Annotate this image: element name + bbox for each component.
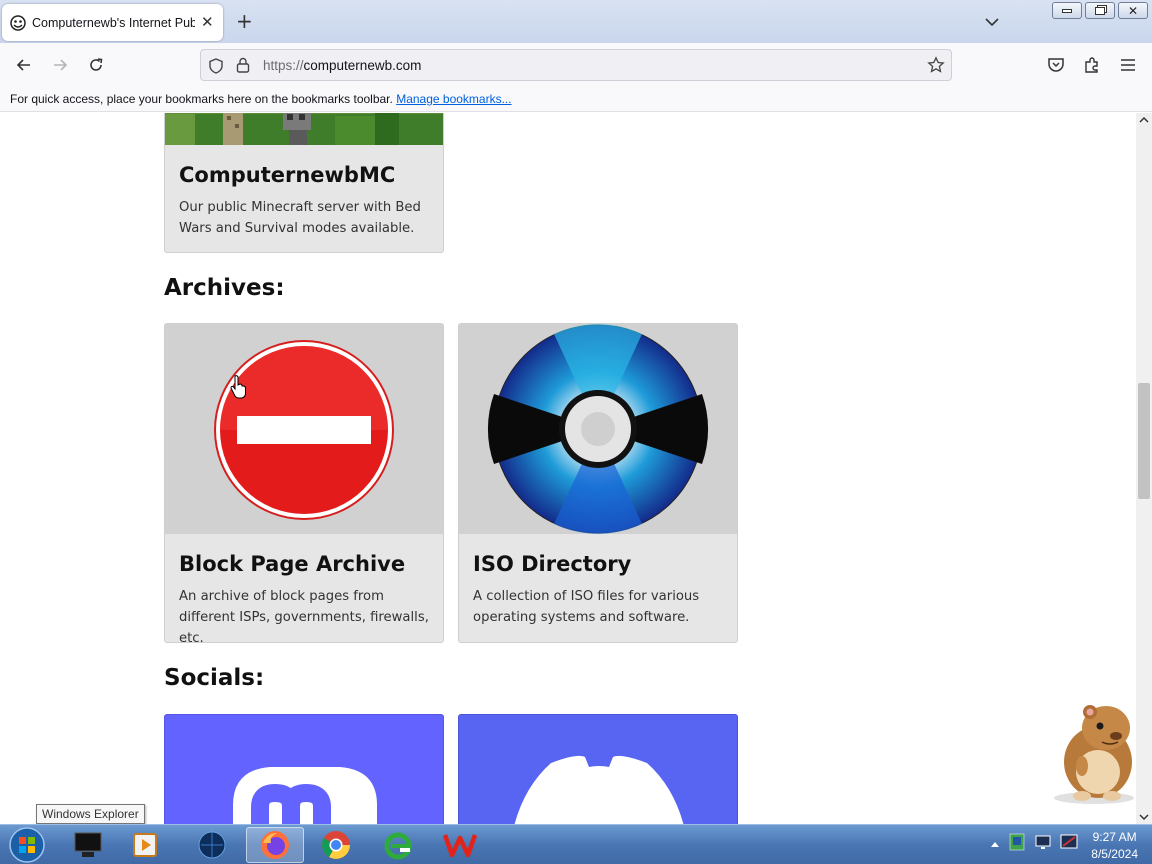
page-viewport[interactable]: ComputernewbMC Our public Minecraft serv… <box>0 113 1136 824</box>
forward-arrow-icon[interactable] <box>50 55 70 75</box>
wps-office-icon <box>443 834 477 858</box>
address-bar[interactable]: https://computernewb.com <box>200 49 952 81</box>
new-tab-icon[interactable]: + <box>236 11 253 31</box>
tab-close-icon[interactable]: ✕ <box>201 15 214 30</box>
media-player-icon <box>133 833 157 857</box>
taskbar-chrome[interactable] <box>310 827 362 863</box>
hand-cursor-icon <box>230 375 247 399</box>
show-hidden-icons-icon[interactable] <box>990 839 1000 849</box>
url-host: computernewb.com <box>303 58 422 73</box>
archives-heading: Archives: <box>164 275 285 301</box>
taskbar: 9:27 AM 8/5/2024 <box>0 824 1152 864</box>
windows-orb-icon <box>9 827 45 863</box>
list-all-tabs-icon[interactable] <box>984 15 1000 29</box>
discord-icon <box>514 755 684 824</box>
block-page-archive-card[interactable]: Block Page Archive An archive of block p… <box>164 323 444 643</box>
chrome-icon <box>322 831 350 859</box>
window-controls: ✕ <box>1052 2 1148 19</box>
taskbar-media-player[interactable] <box>120 827 172 863</box>
site-favicon-icon <box>10 14 26 31</box>
card-title: Block Page Archive <box>179 552 406 576</box>
iso-directory-card[interactable]: ISO Directory A collection of ISO files … <box>458 323 738 643</box>
back-arrow-icon[interactable] <box>14 55 34 75</box>
hamster-mascot-icon <box>1054 705 1134 804</box>
manage-bookmarks-link[interactable]: Manage bookmarks... <box>396 92 511 106</box>
tab-title: Computernewb's Internet Pub <box>32 15 195 30</box>
system-tray <box>990 833 1078 851</box>
hamburger-menu-icon[interactable] <box>1118 55 1138 75</box>
card-description: An archive of block pages from different… <box>179 589 429 643</box>
scroll-up-icon[interactable] <box>1139 116 1149 124</box>
mastodon-icon <box>233 767 377 824</box>
card-description: Our public Minecraft server with Bed War… <box>179 200 421 236</box>
card-title: ISO Directory <box>473 552 632 576</box>
scrollbar-thumb[interactable] <box>1138 383 1150 499</box>
taskbar-tooltip: Windows Explorer <box>36 804 145 824</box>
tab-strip: Computernewb's Internet Pub ✕ + ✕ <box>0 0 1152 43</box>
minecraft-screenshot-image <box>165 113 443 145</box>
socials-heading: Socials: <box>164 665 265 691</box>
url-text[interactable]: https://computernewb.com <box>263 58 421 73</box>
taskbar-ie[interactable] <box>372 827 424 863</box>
bookmark-star-icon[interactable] <box>927 56 945 74</box>
scroll-down-icon[interactable] <box>1139 813 1149 821</box>
mastodon-card[interactable] <box>164 714 444 824</box>
browser-tab-active[interactable]: Computernewb's Internet Pub ✕ <box>2 4 223 41</box>
url-scheme: https:// <box>263 58 304 73</box>
tracking-protection-shield-icon[interactable] <box>207 57 225 75</box>
bookmarks-hint-text: For quick access, place your bookmarks h… <box>10 92 393 106</box>
system-clock[interactable]: 9:27 AM 8/5/2024 <box>1091 829 1138 863</box>
bookmarks-toolbar: For quick access, place your bookmarks h… <box>0 86 1152 112</box>
no-entry-icon <box>165 324 443 534</box>
globe-icon <box>198 831 226 859</box>
network-icon[interactable] <box>1060 833 1078 851</box>
lock-icon[interactable] <box>235 56 251 74</box>
taskbar-firefox[interactable] <box>246 827 304 863</box>
taskbar-wps[interactable] <box>434 827 486 863</box>
close-window-icon[interactable]: ✕ <box>1118 2 1148 19</box>
restore-icon[interactable] <box>1085 2 1115 19</box>
firefox-icon <box>261 831 289 859</box>
clock-time: 9:27 AM <box>1092 830 1137 844</box>
minimize-icon[interactable] <box>1052 2 1082 19</box>
clock-date: 8/5/2024 <box>1091 847 1138 861</box>
extensions-puzzle-icon[interactable] <box>1082 55 1102 75</box>
tray-app-icon[interactable] <box>1008 833 1026 851</box>
disc-icon <box>459 324 737 534</box>
discord-card[interactable] <box>458 714 738 824</box>
computer-icon <box>74 832 102 857</box>
card-description: A collection of ISO files for various op… <box>473 589 700 625</box>
display-icon[interactable] <box>1034 833 1052 851</box>
internet-explorer-icon <box>384 832 412 860</box>
taskbar-explorer[interactable] <box>62 827 114 863</box>
pocket-icon[interactable] <box>1046 55 1066 75</box>
start-button[interactable] <box>2 827 52 863</box>
reload-icon[interactable] <box>86 55 106 75</box>
navigation-toolbar: https://computernewb.com <box>0 43 1152 86</box>
card-title: ComputernewbMC <box>179 163 396 187</box>
minecraft-server-card[interactable]: ComputernewbMC Our public Minecraft serv… <box>164 113 444 253</box>
taskbar-globe[interactable] <box>186 827 238 863</box>
